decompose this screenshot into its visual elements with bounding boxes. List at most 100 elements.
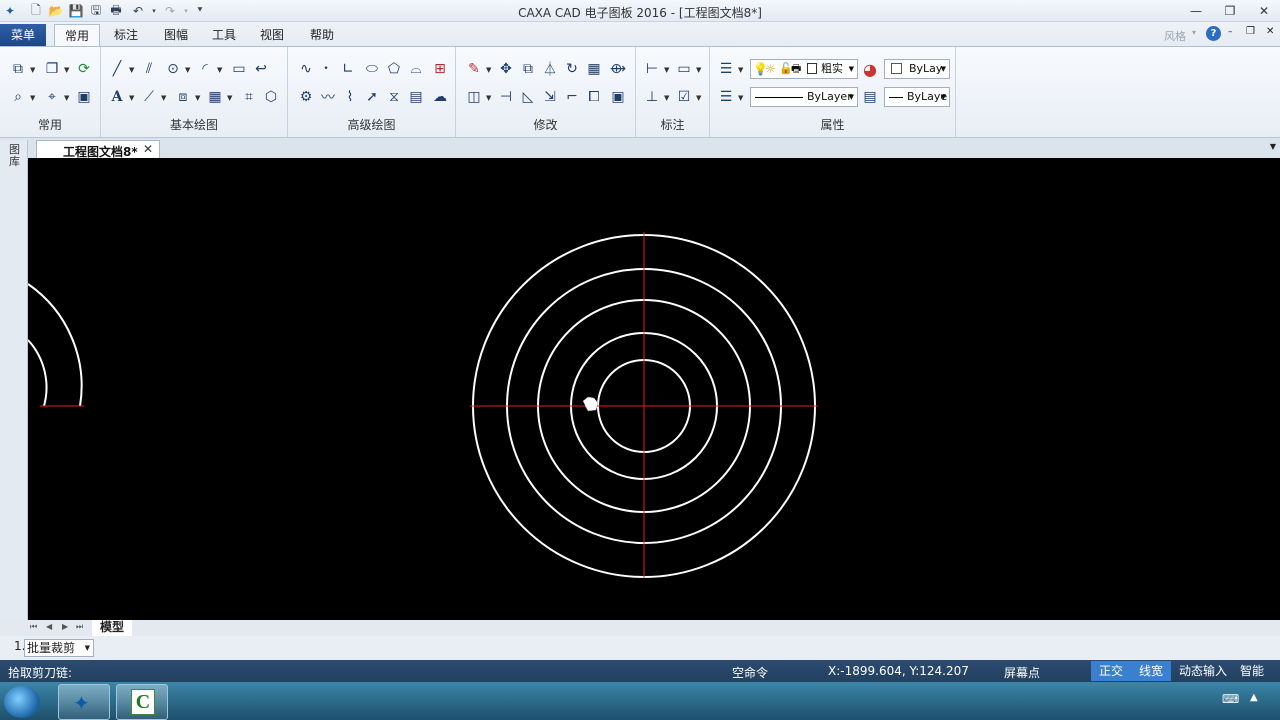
trim-dropdown-icon[interactable]: ▼ <box>486 94 491 102</box>
layer-manager-icon[interactable]: ☰ <box>716 59 736 79</box>
erase-dropdown-icon[interactable]: ▼ <box>486 66 491 74</box>
gear-icon[interactable]: ⚙ <box>296 87 316 107</box>
zoom-dropdown-icon[interactable]: ▼ <box>30 94 35 102</box>
close-document-icon[interactable]: ✕ <box>143 142 153 156</box>
erase-icon[interactable]: ✎ <box>464 59 484 79</box>
fill-icon[interactable]: ⬡ <box>261 87 281 107</box>
restore-button[interactable]: ❐ <box>1220 2 1240 20</box>
wave-line-icon[interactable]: 〰 <box>318 87 338 107</box>
command-option-dropdown-icon[interactable]: ▼ <box>85 640 90 656</box>
tab-sheet[interactable]: 图幅 <box>156 24 196 46</box>
pan-dropdown-icon[interactable]: ▼ <box>64 94 69 102</box>
roughness-icon[interactable]: ☑ <box>674 87 694 107</box>
document-tab[interactable]: 工程图文档8* ✕ <box>36 140 160 159</box>
lineweight-selector[interactable]: ByLaye ▼ <box>884 87 950 107</box>
next-sheet-icon[interactable]: ▶ <box>62 622 68 631</box>
centerline-icon[interactable]: ⟋ <box>139 87 159 107</box>
scale-icon[interactable]: ⟴ <box>608 59 628 79</box>
array-icon[interactable]: ▦ <box>584 59 604 79</box>
roughness-dropdown-icon[interactable]: ▼ <box>696 94 701 102</box>
explode-icon[interactable]: ⧠ <box>584 87 604 107</box>
break-line-icon[interactable]: ⌇ <box>340 87 360 107</box>
refresh-icon[interactable]: ⟳ <box>74 59 94 79</box>
ribbon-close-icon[interactable]: ✕ <box>1266 26 1274 37</box>
printer-icon[interactable]: 🖶 <box>791 60 801 78</box>
tab-common[interactable]: 常用 <box>54 24 100 46</box>
stretch-icon[interactable]: ⇲ <box>540 87 560 107</box>
polygon-icon[interactable]: ⬠ <box>384 59 404 79</box>
main-menu-button[interactable]: 菜单 <box>0 24 46 46</box>
extend-icon[interactable]: ⊣ <box>496 87 516 107</box>
tab-list-dropdown-icon[interactable]: ▼ <box>1270 142 1276 151</box>
move-icon[interactable]: ✥ <box>496 59 516 79</box>
polyline-icon[interactable]: ↩ <box>251 59 271 79</box>
prev-sheet-icon[interactable]: ◀ <box>46 622 52 631</box>
lineweight-icon[interactable]: ▤ <box>860 87 880 107</box>
spline-icon[interactable]: ∿ <box>296 59 316 79</box>
color-wheel-icon[interactable]: ◕ <box>860 59 880 79</box>
drawing-svg[interactable] <box>27 158 1280 620</box>
ellipse-icon[interactable]: ⬭ <box>362 59 382 79</box>
keyboard-tray-icon[interactable]: ⌨ <box>1222 692 1239 706</box>
zoom-icon[interactable]: ⌕ <box>8 87 28 107</box>
layer-selector[interactable]: 💡 ☼ 🔓 🖶 粗实 ▼ <box>750 59 858 79</box>
tray-expand-icon[interactable]: ▲ <box>1250 692 1258 703</box>
last-sheet-icon[interactable]: ⏭ <box>76 622 83 632</box>
tab-view[interactable]: 视图 <box>252 24 292 46</box>
angle-line-icon[interactable]: ∟ <box>338 59 358 79</box>
layer-manager-dropdown-icon[interactable]: ▼ <box>738 66 743 74</box>
table-icon[interactable]: ⊞ <box>430 59 450 79</box>
shape-icon[interactable]: ⧖ <box>384 87 404 107</box>
lineweight-toggle[interactable]: 线宽 <box>1131 661 1172 681</box>
first-sheet-icon[interactable]: ⏮ <box>30 622 37 632</box>
chamfer-icon[interactable]: ◺ <box>518 87 538 107</box>
dimension-dropdown-icon[interactable]: ▼ <box>664 66 669 74</box>
color-selector[interactable]: ByLay ▼ <box>884 59 950 79</box>
linetype-dropdown-icon[interactable]: ▼ <box>738 94 743 102</box>
trim-icon[interactable]: ◫ <box>464 87 484 107</box>
tab-annotate[interactable]: 标注 <box>106 24 146 46</box>
linetype-selector[interactable]: ByLayer ▼ <box>750 87 858 107</box>
smart-toggle[interactable]: 智能 <box>1232 661 1272 681</box>
style-dropdown-icon[interactable]: ▾ <box>1192 28 1196 37</box>
line-icon[interactable]: ╱ <box>107 59 127 79</box>
text-annotation-dropdown-icon[interactable]: ▼ <box>696 66 701 74</box>
tolerance-icon[interactable]: ⊥ <box>642 87 662 107</box>
tab-help[interactable]: 帮助 <box>302 24 342 46</box>
copy-object-icon[interactable]: ⧉ <box>518 59 538 79</box>
caxa-cad-taskbar-button[interactable]: C <box>116 684 168 720</box>
copy-icon[interactable]: ❐ <box>42 59 62 79</box>
new-dropdown-icon[interactable]: ▼ <box>30 66 35 74</box>
circle-dropdown-icon[interactable]: ▼ <box>185 66 190 74</box>
model-tab[interactable]: 模型 <box>92 620 132 636</box>
partial-arc-outer[interactable] <box>27 283 83 407</box>
layer-dropdown-icon[interactable]: ▼ <box>849 60 854 78</box>
mirror-icon[interactable]: ⏃ <box>540 59 560 79</box>
ribbon-minimize-icon[interactable]: – <box>1228 27 1233 37</box>
ortho-toggle[interactable]: 正交 <box>1091 661 1132 681</box>
fillet-icon[interactable]: ⌐ <box>562 87 582 107</box>
rectangle-icon[interactable]: ▭ <box>229 59 249 79</box>
snap-mode[interactable]: 屏幕点 <box>1004 664 1040 681</box>
arc-dropdown-icon[interactable]: ▼ <box>217 66 222 74</box>
tolerance-dropdown-icon[interactable]: ▼ <box>664 94 669 102</box>
rotate-icon[interactable]: ↻ <box>562 59 582 79</box>
centerline-dropdown-icon[interactable]: ▼ <box>161 94 166 102</box>
block-dropdown-icon[interactable]: ▼ <box>227 94 232 102</box>
block-icon[interactable]: ▦ <box>205 87 225 107</box>
minimize-button[interactable]: — <box>1186 2 1206 20</box>
text-icon[interactable]: A <box>107 87 127 107</box>
tab-tools[interactable]: 工具 <box>204 24 244 46</box>
grid-icon[interactable]: ⌗ <box>239 87 259 107</box>
cloud-icon[interactable]: ☁ <box>430 87 450 107</box>
command-option-combo[interactable]: 批量裁剪 ▼ <box>24 639 94 657</box>
linetype-icon[interactable]: ☰ <box>716 87 736 107</box>
parallel-line-icon[interactable]: ⫽ <box>139 59 159 79</box>
partial-arc-inner[interactable] <box>27 339 48 407</box>
copy-dropdown-icon[interactable]: ▼ <box>64 66 69 74</box>
dimension-icon[interactable]: ⊢ <box>642 59 662 79</box>
help-icon[interactable]: ? <box>1206 26 1221 41</box>
color-dropdown-icon[interactable]: ▼ <box>941 60 946 78</box>
style-selector[interactable]: 风格 <box>1164 28 1186 44</box>
break-icon[interactable]: ▣ <box>608 87 628 107</box>
